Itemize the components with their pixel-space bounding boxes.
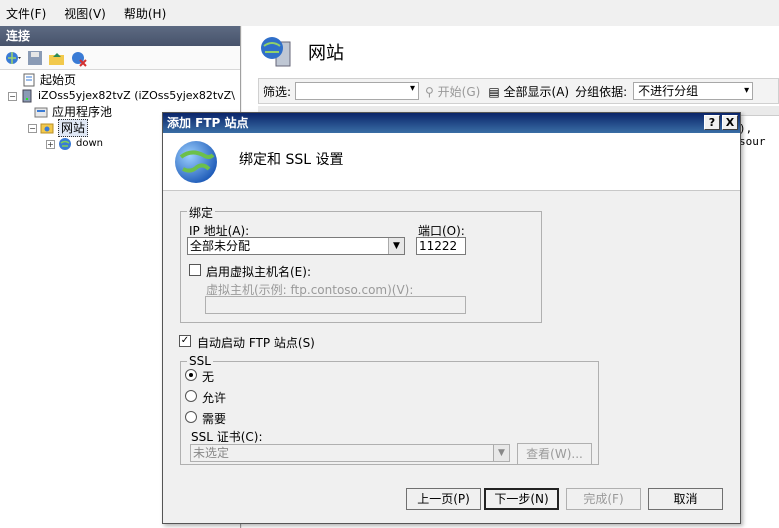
tree-label-start-page: 起始页 — [40, 73, 77, 87]
tree-label-sites: 网站 — [58, 119, 89, 137]
sites-globe-icon — [258, 34, 294, 70]
ip-address-select[interactable]: 全部未分配 ▼ — [187, 237, 405, 255]
filter-label: 筛选: — [263, 84, 292, 99]
show-all-button[interactable]: ▤ 全部显示(A) — [488, 83, 569, 100]
auto-start-label: 自动启动 FTP 站点(S) — [197, 336, 315, 350]
ssl-require-radio[interactable] — [185, 411, 197, 423]
page-title: 网站 — [258, 34, 344, 70]
tree-label-site-down: down — [76, 138, 103, 149]
auto-start-checkbox[interactable]: ✓ — [179, 335, 191, 347]
up-folder-icon[interactable] — [48, 49, 66, 67]
list-text-fragment: ), sour — [739, 122, 766, 148]
ssl-allow-label: 允许 — [202, 391, 227, 405]
connections-toolbar — [0, 46, 240, 70]
enable-vhost-checkbox[interactable] — [189, 264, 201, 276]
ssl-cert-select[interactable]: 未选定 ▼ — [190, 444, 510, 462]
globe-icon — [173, 139, 219, 185]
site-globe-icon — [58, 137, 72, 151]
ssl-legend: SSL — [187, 354, 213, 368]
enable-vhost-label: 启用虚拟主机名(E): — [206, 265, 311, 279]
add-ftp-site-dialog: 添加 FTP 站点 ? X 绑定和 SSL 设置 绑定 IP 地址(A): 全部… — [162, 112, 741, 524]
group-by-select[interactable]: 不进行分组 — [633, 82, 754, 100]
collapse-icon[interactable]: − — [28, 123, 37, 133]
view-cert-button[interactable]: 查看(W)... — [517, 443, 592, 465]
close-button[interactable]: X — [722, 115, 738, 130]
menu-view[interactable]: 视图(V) — [64, 5, 106, 22]
ssl-none-radio[interactable] — [185, 369, 197, 381]
tree-label-server: iZOss5yjex82tvZ (iZOss5yjex82tvZ\ — [38, 89, 235, 102]
dialog-banner: 绑定和 SSL 设置 — [163, 133, 740, 191]
tree-item-start-page[interactable]: 起始页 — [0, 72, 240, 88]
page-title-text: 网站 — [308, 43, 344, 64]
dropdown-arrow-icon: ▼ — [388, 238, 404, 254]
port-input[interactable]: 11222 — [416, 237, 466, 255]
ssl-none-label: 无 — [202, 370, 215, 384]
ssl-cert-label: SSL 证书(C): — [191, 430, 263, 444]
tree-label-app-pools: 应用程序池 — [52, 105, 113, 119]
menu-bar: 文件(F) 视图(V) 帮助(H) — [0, 0, 779, 26]
dialog-title: 添加 FTP 站点 — [167, 116, 249, 130]
group-by-label: 分组依据: — [575, 84, 628, 99]
ssl-require-label: 需要 — [202, 412, 227, 426]
vhost-input[interactable] — [205, 296, 466, 314]
binding-legend: 绑定 — [187, 204, 216, 221]
menu-help[interactable]: 帮助(H) — [124, 5, 166, 22]
sites-folder-icon — [40, 121, 54, 135]
next-button[interactable]: 下一步(N) — [484, 488, 559, 510]
cancel-button[interactable]: 取消 — [648, 488, 723, 510]
filter-input[interactable] — [295, 82, 420, 100]
disconnect-icon[interactable] — [70, 49, 88, 67]
prev-button[interactable]: 上一页(P) — [406, 488, 481, 510]
dialog-title-bar: 添加 FTP 站点 ? X — [163, 113, 740, 133]
connections-header: 连接 — [0, 26, 240, 46]
finish-button[interactable]: 完成(F) — [566, 488, 641, 510]
connect-globe-icon[interactable] — [4, 49, 22, 67]
start-page-icon — [22, 73, 36, 87]
dialog-heading: 绑定和 SSL 设置 — [239, 152, 344, 168]
show-all-icon: ▤ — [488, 84, 500, 99]
server-icon — [20, 89, 34, 103]
help-button[interactable]: ? — [704, 115, 720, 130]
collapse-icon[interactable]: − — [8, 91, 17, 101]
tree-item-server[interactable]: − iZOss5yjex82tvZ (iZOss5yjex82tvZ\ — [0, 88, 240, 104]
app-pool-icon — [34, 105, 48, 119]
expand-icon[interactable]: + — [46, 139, 55, 149]
filter-bar: 筛选: ⚲ 开始(G) ▤ 全部显示(A) 分组依据: 不进行分组 — [258, 78, 779, 104]
dropdown-arrow-icon: ▼ — [493, 445, 509, 461]
binoculars-icon: ⚲ — [425, 84, 434, 99]
ssl-allow-radio[interactable] — [185, 390, 197, 402]
save-icon[interactable] — [26, 49, 44, 67]
start-filter-button[interactable]: ⚲ 开始(G) — [425, 83, 480, 100]
menu-file[interactable]: 文件(F) — [6, 5, 46, 22]
